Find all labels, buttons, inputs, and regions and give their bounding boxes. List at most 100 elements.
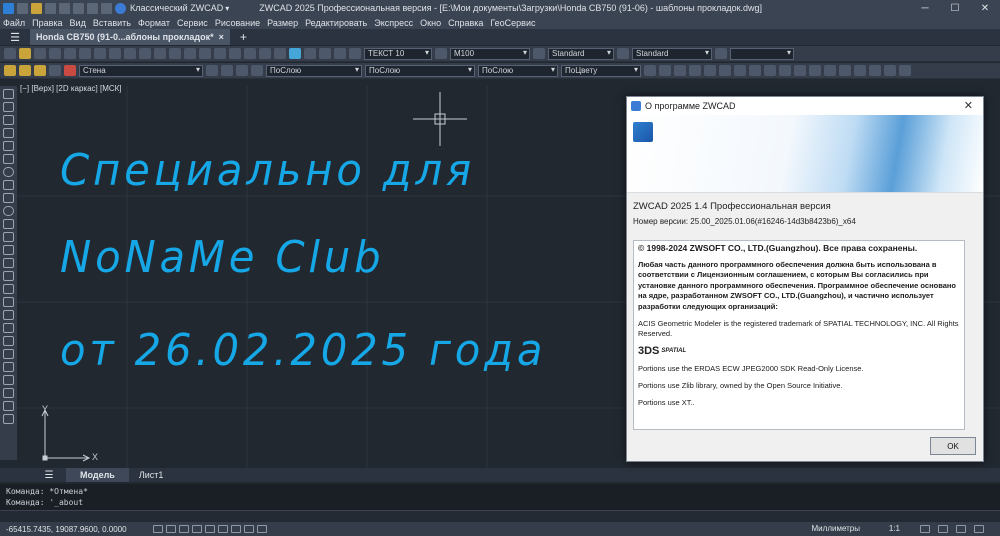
- insert-block-icon[interactable]: [3, 232, 14, 242]
- revcloud-icon[interactable]: [3, 180, 14, 190]
- save-as-icon[interactable]: [59, 2, 70, 14]
- license-text-box[interactable]: © 1998-2024 ZWSOFT CO., LTD.(Guangzhou).…: [633, 240, 965, 430]
- sheet-set-icon[interactable]: [304, 48, 316, 59]
- units-select[interactable]: Миллиметры: [812, 524, 860, 533]
- layer-match-icon[interactable]: [251, 65, 263, 76]
- ortho-toggle-icon[interactable]: [178, 525, 189, 533]
- menu-dimension[interactable]: Размер: [267, 18, 298, 28]
- design-center-icon[interactable]: [274, 48, 286, 59]
- menu-help[interactable]: Справка: [448, 18, 483, 28]
- mleader-style-icon[interactable]: [617, 48, 629, 59]
- viewport-controls[interactable]: [−] [Верх] [2D каркас] [МСК]: [20, 84, 122, 93]
- menu-express[interactable]: Экспресс: [374, 18, 413, 28]
- undo-icon[interactable]: [87, 2, 98, 14]
- layer-properties-icon[interactable]: [4, 65, 16, 76]
- match-properties-icon[interactable]: [139, 48, 151, 59]
- dim-jogged-icon[interactable]: [719, 65, 731, 76]
- dim-space-icon[interactable]: [809, 65, 821, 76]
- mirror-icon[interactable]: [3, 375, 14, 385]
- command-input[interactable]: [0, 510, 1000, 522]
- color-select[interactable]: ПоСлою: [266, 64, 362, 77]
- new-file-icon[interactable]: [17, 2, 28, 14]
- dim-radius-icon[interactable]: [704, 65, 716, 76]
- ellipse-arc-icon[interactable]: [3, 219, 14, 229]
- dim-continue-icon[interactable]: [794, 65, 806, 76]
- menu-view[interactable]: Вид: [70, 18, 86, 28]
- print-icon[interactable]: [73, 2, 84, 14]
- inspection-icon[interactable]: [869, 65, 881, 76]
- cut-icon[interactable]: [94, 48, 106, 59]
- snap-toggle-icon[interactable]: [165, 525, 176, 533]
- hamburger-menu-icon[interactable]: ☰: [0, 31, 30, 44]
- dim-edit-icon[interactable]: [899, 65, 911, 76]
- coordinates-readout[interactable]: -65415.7435, 19087.9600, 0.0000: [6, 525, 127, 534]
- rectangle-icon[interactable]: [3, 141, 14, 151]
- linetype-select[interactable]: ПоСлою: [365, 64, 475, 77]
- array-icon[interactable]: [3, 401, 14, 411]
- move-icon[interactable]: [3, 414, 14, 424]
- menu-geoservice[interactable]: ГеоСервис: [490, 18, 535, 28]
- dialog-close-button[interactable]: ✕: [964, 99, 973, 112]
- minimize-button[interactable]: ─: [910, 0, 940, 16]
- selection-cycling-icon[interactable]: [256, 525, 267, 533]
- add-selected-icon[interactable]: [3, 336, 14, 346]
- block-editor-icon[interactable]: [154, 48, 166, 59]
- layer-lock-icon[interactable]: [49, 65, 61, 76]
- hatch-icon[interactable]: [3, 271, 14, 281]
- menu-draw[interactable]: Рисование: [215, 18, 260, 28]
- layer-freeze-icon[interactable]: [34, 65, 46, 76]
- ok-button[interactable]: OK: [930, 437, 976, 455]
- center-mark-icon[interactable]: [854, 65, 866, 76]
- lineweight-select[interactable]: ПоСлою: [478, 64, 558, 77]
- menu-tools[interactable]: Сервис: [177, 18, 208, 28]
- dim-ordinate-icon[interactable]: [689, 65, 701, 76]
- workspace-switcher[interactable]: Классический ZWCAD: [130, 3, 223, 13]
- point-icon[interactable]: [3, 258, 14, 268]
- copy-object-icon[interactable]: [3, 362, 14, 372]
- print-icon[interactable]: [49, 48, 61, 59]
- dim-linear-icon[interactable]: [644, 65, 656, 76]
- fullscreen-icon[interactable]: [974, 525, 984, 533]
- publish-icon[interactable]: [79, 48, 91, 59]
- spline-icon[interactable]: [3, 193, 14, 203]
- arc-icon[interactable]: [3, 154, 14, 164]
- document-tab[interactable]: Honda CB750 (91-0...аблоны прокладок* ×: [30, 29, 230, 45]
- osnap-toggle-icon[interactable]: [204, 525, 215, 533]
- redo-icon[interactable]: [101, 2, 112, 14]
- ellipse-icon[interactable]: [3, 206, 14, 216]
- quick-dim-icon[interactable]: [764, 65, 776, 76]
- close-window-button[interactable]: ✕: [970, 0, 1000, 16]
- annotation-scale[interactable]: 1:1: [889, 524, 900, 533]
- menu-modify[interactable]: Редактировать: [305, 18, 367, 28]
- table-style-icon[interactable]: [533, 48, 545, 59]
- menu-insert[interactable]: Вставить: [93, 18, 131, 28]
- xline-icon[interactable]: [3, 102, 14, 112]
- offset-icon[interactable]: [3, 388, 14, 398]
- dim-arc-icon[interactable]: [674, 65, 686, 76]
- undo-icon[interactable]: [169, 48, 181, 59]
- make-block-icon[interactable]: [3, 245, 14, 255]
- annotation-visibility-icon[interactable]: [920, 525, 930, 533]
- open-icon[interactable]: [19, 48, 31, 59]
- dim-jog-line-icon[interactable]: [884, 65, 896, 76]
- lineweight-toggle-icon[interactable]: [230, 525, 241, 533]
- new-icon[interactable]: [4, 48, 16, 59]
- erase-icon[interactable]: [3, 349, 14, 359]
- preview-icon[interactable]: [64, 48, 76, 59]
- add-tab-button[interactable]: +: [240, 30, 247, 44]
- layer-select[interactable]: Стена: [79, 64, 203, 77]
- lock-ui-icon[interactable]: [956, 525, 966, 533]
- dim-style-icon[interactable]: [435, 48, 447, 59]
- copy-icon[interactable]: [109, 48, 121, 59]
- layer-state-icon[interactable]: [236, 65, 248, 76]
- save-icon[interactable]: [45, 2, 56, 14]
- dim-aligned-icon[interactable]: [659, 65, 671, 76]
- open-folder-icon[interactable]: [31, 2, 42, 14]
- polar-toggle-icon[interactable]: [191, 525, 202, 533]
- maximize-button[interactable]: ☐: [940, 0, 970, 16]
- chevron-down-icon[interactable]: ▾: [225, 4, 229, 13]
- tolerance-icon[interactable]: [839, 65, 851, 76]
- make-current-icon[interactable]: [206, 65, 218, 76]
- tool-palette-icon[interactable]: [289, 48, 301, 59]
- menu-file[interactable]: Файл: [3, 18, 25, 28]
